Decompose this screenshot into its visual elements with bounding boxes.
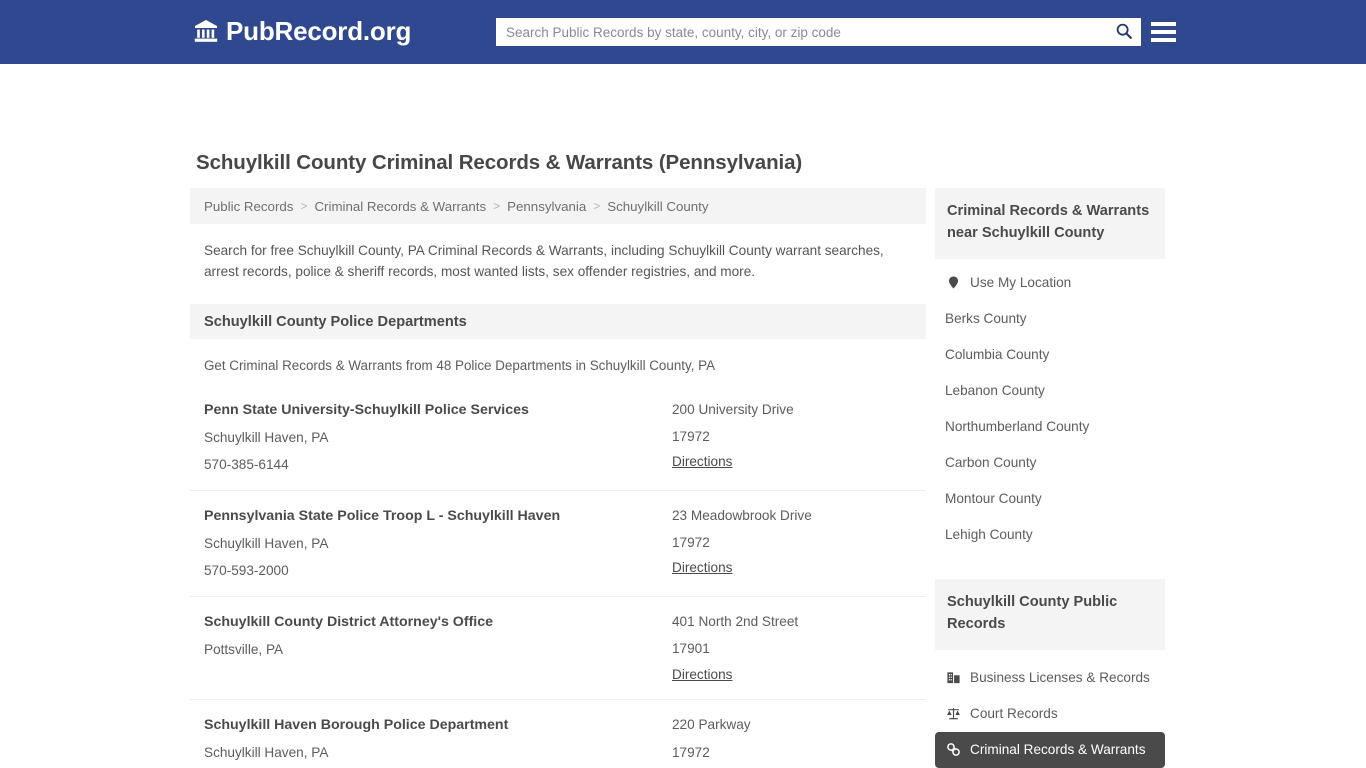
listing-address: 23 Meadowbrook Drive 17972 Directions [672,505,912,581]
directions-link[interactable]: Directions [672,560,732,575]
table-row: Penn State University-Schuylkill Police … [190,385,926,492]
sidebar-item-label: Criminal Records & Warrants [970,742,1146,758]
public-records-list: Business Licenses & Records Court Record… [935,650,1165,768]
sidebar-item-label: Columbia County [945,347,1050,363]
breadcrumb: Public Records > Criminal Records & Warr… [190,188,926,224]
bank-building-icon [193,18,219,44]
sidebar-item-label: Lehigh County [945,527,1033,543]
sidebar-item-criminal-records[interactable]: Criminal Records & Warrants [935,731,1165,768]
menu-bar-3 [1151,38,1176,42]
section-subheading: Get Criminal Records & Warrants from 48 … [204,358,716,374]
nearby-county-list: Use My Location Berks County Columbia Co… [935,259,1165,557]
table-row: Schuylkill County District Attorney's Of… [190,597,926,701]
listing-zip: 17972 [672,429,710,445]
directions-link[interactable]: Directions [672,667,732,682]
business-building-icon [945,670,961,686]
breadcrumb-separator: > [593,199,601,213]
search-button[interactable] [1107,18,1141,46]
listing-street: 220 Parkway [672,717,751,733]
search-bar [496,18,1141,46]
page-intro-text: Search for free Schuylkill County, PA Cr… [204,243,884,280]
listing-street: 23 Meadowbrook Drive [672,508,812,524]
hamburger-menu-icon[interactable] [1151,18,1176,46]
sidebar-item-carbon-county[interactable]: Carbon County [935,445,1165,481]
breadcrumb-item-schuylkill-county[interactable]: Schuylkill County [607,199,708,214]
breadcrumb-item-pennsylvania[interactable]: Pennsylvania [507,199,586,214]
listing-phone: 570-593-2000 [204,563,289,579]
scales-of-justice-icon [945,706,961,722]
listing-phone: 570-385-6144 [204,457,289,473]
sidebar-item-use-my-location[interactable]: Use My Location [935,265,1165,301]
records-panel-heading: Schuylkill County Public Records [935,578,1165,650]
nearby-panel-heading: Criminal Records & Warrants near Schuylk… [935,188,1165,259]
sidebar: Criminal Records & Warrants near Schuylk… [935,188,1165,768]
menu-bar-2 [1151,30,1176,34]
table-row: Pennsylvania State Police Troop L - Schu… [190,491,926,598]
sidebar-item-montour-county[interactable]: Montour County [935,481,1165,517]
site-header: PubRecord.org [0,0,1366,64]
sidebar-item-lebanon-county[interactable]: Lebanon County [935,373,1165,409]
listing-street: 200 University Drive [672,402,794,418]
sidebar-item-business-licenses[interactable]: Business Licenses & Records [935,660,1165,696]
listing-name: Schuylkill County District Attorney's Of… [204,614,494,631]
listing-city-state: Pottsville, PA [204,642,284,658]
sidebar-item-berks-county[interactable]: Berks County [935,301,1165,337]
listing-zip: 17972 [672,535,710,551]
listing-name: Schuylkill Haven Borough Police Departme… [204,717,509,734]
section-heading: Schuylkill County Police Departments [190,304,926,340]
sidebar-item-label: Montour County [945,491,1042,507]
map-pin-icon [945,275,961,291]
police-department-list: Penn State University-Schuylkill Police … [190,385,926,768]
sidebar-item-court-records[interactable]: Court Records [935,696,1165,732]
sidebar-item-northumberland-county[interactable]: Northumberland County [935,409,1165,445]
site-logo[interactable]: PubRecord.org [193,18,411,44]
sidebar-item-label: Business Licenses & Records [970,670,1150,686]
search-input[interactable] [496,19,1107,45]
main-content: Public Records > Criminal Records & Warr… [190,188,926,768]
sidebar-item-label: Court Records [970,706,1058,722]
listing-details: Pennsylvania State Police Troop L - Schu… [204,505,672,581]
sidebar-item-label: Lebanon County [945,383,1045,399]
listing-name: Pennsylvania State Police Troop L - Schu… [204,508,561,525]
listing-zip: 17972 [672,744,710,760]
search-icon [1115,22,1133,43]
breadcrumb-separator: > [300,199,308,213]
sidebar-item-label: Use My Location [970,275,1072,291]
sidebar-item-label: Carbon County [945,455,1037,471]
listing-city-state: Schuylkill Haven, PA [204,745,329,761]
listing-city-state: Schuylkill Haven, PA [204,430,329,446]
sidebar-item-columbia-county[interactable]: Columbia County [935,337,1165,373]
sidebar-item-lehigh-county[interactable]: Lehigh County [935,517,1165,553]
sidebar-item-label: Berks County [945,311,1027,327]
directions-link[interactable]: Directions [672,454,732,469]
breadcrumb-item-public-records[interactable]: Public Records [204,199,293,214]
listing-phone [204,666,672,684]
brand-name: PubRecord.org [226,16,412,46]
sidebar-item-label: Northumberland County [945,419,1090,435]
listing-details: Schuylkill Haven Borough Police Departme… [204,714,672,768]
listing-street: 401 North 2nd Street [672,614,799,630]
handcuffs-icon [945,742,961,758]
table-row: Schuylkill Haven Borough Police Departme… [190,700,926,768]
page-title: Schuylkill County Criminal Records & War… [196,151,803,174]
listing-address: 401 North 2nd Street 17901 Directions [672,611,912,684]
listing-address: 220 Parkway 17972 Directions [672,714,912,768]
listing-zip: 17901 [672,641,710,657]
menu-bar-1 [1151,22,1176,26]
listing-details: Penn State University-Schuylkill Police … [204,399,672,475]
listing-address: 200 University Drive 17972 Directions [672,399,912,475]
listing-name: Penn State University-Schuylkill Police … [204,402,529,419]
listing-details: Schuylkill County District Attorney's Of… [204,611,672,684]
breadcrumb-item-criminal-records[interactable]: Criminal Records & Warrants [314,199,486,214]
listing-city-state: Schuylkill Haven, PA [204,536,329,552]
breadcrumb-separator: > [493,199,501,213]
